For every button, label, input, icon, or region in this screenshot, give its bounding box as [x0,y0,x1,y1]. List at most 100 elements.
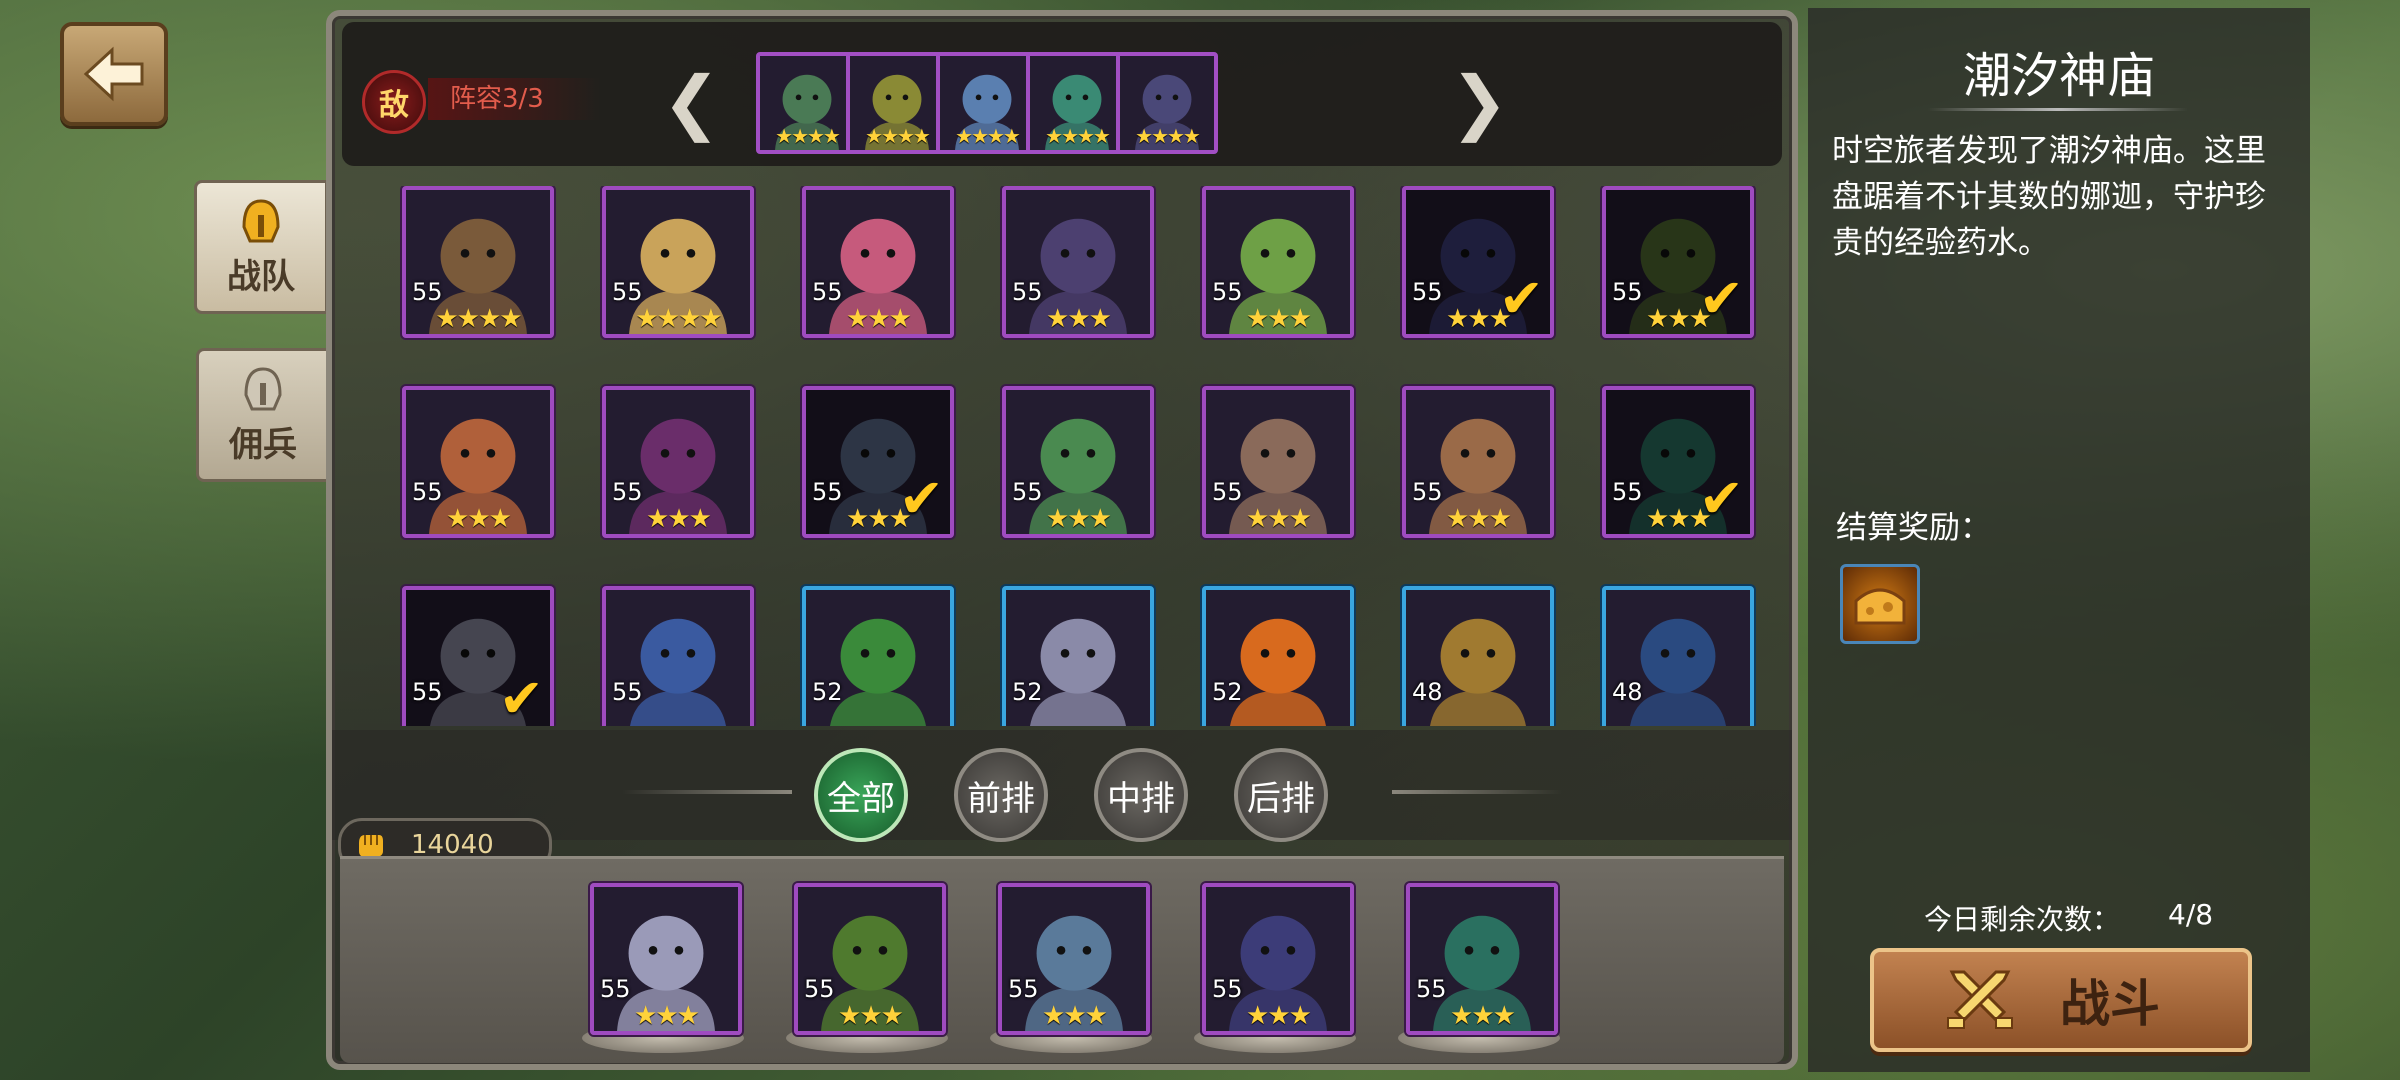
hero-level: 55 [1012,278,1043,306]
tab-mercenary[interactable]: 佣兵 [196,348,330,482]
remaining-attempts-value: 4/8 [2168,898,2214,931]
hero-card[interactable]: 55 ★★★ ✔ [1602,386,1754,538]
hero-level: 55 [1212,278,1243,306]
selected-hero-card[interactable]: 55 ★★★ [590,883,742,1035]
next-arrow-icon[interactable]: ❯ [1450,62,1509,142]
star-rating: ★★★ [838,1001,904,1031]
remaining-attempts-label: 今日剩余次数： [1924,903,2121,936]
star-rating: ★★★ [1246,504,1312,534]
hero-card[interactable]: 55 ★★★★ [602,186,754,338]
team-slot[interactable]: 55 ★★★ [582,883,744,1053]
selected-hero-card[interactable]: 55 ★★★ [1406,883,1558,1035]
hero-level: 55 [1412,278,1443,306]
back-button[interactable] [60,22,168,126]
checkmark-icon: ✔ [1498,267,1544,330]
hero-level: 55 [1012,478,1043,506]
hero-card[interactable]: 55 ✔ [402,586,554,726]
team-slot[interactable]: 55 ★★★ [990,883,1152,1053]
hero-card[interactable]: 55 ★★★ [1002,186,1154,338]
hero-card[interactable]: 55 ★★★ ✔ [1602,186,1754,338]
star-rating: ★★★★ [1135,124,1201,148]
tab-team-label: 战队 [227,256,295,297]
star-rating: ★★★★ [635,304,722,334]
hero-card[interactable]: 55 [602,586,754,726]
hero-level: 55 [412,678,443,706]
hero-card[interactable]: 48 [1602,586,1754,726]
hero-level: 55 [1412,478,1443,506]
checkmark-icon: ✔ [1698,267,1744,330]
hero-card[interactable]: 55 ★★★ [602,386,754,538]
enemy-hero-slot[interactable]: ★★★★ [846,52,948,154]
selected-hero-card[interactable]: 55 ★★★ [794,883,946,1035]
hero-card[interactable]: 55 ★★★ [1202,186,1354,338]
hero-card[interactable]: 55 ★★★ ✔ [802,386,954,538]
hero-card[interactable]: 48 [1402,586,1554,726]
title-ornament [1928,108,2188,111]
enemy-hero-slot[interactable]: ★★★★ [1026,52,1128,154]
star-rating: ★★★ [1246,1001,1312,1031]
hero-level: 52 [1212,678,1243,706]
enemy-hero-slot[interactable]: ★★★★ [1116,52,1218,154]
hero-card[interactable]: 55 ★★★ [402,386,554,538]
enemy-lineup-bar: 敌 阵容3/3 ❮ ❯ ★★★★ ★★★★ ★★★★ ★★★★ ★★★★ [342,22,1782,166]
hero-level: 55 [412,478,443,506]
team-slot[interactable]: 55 ★★★ [786,883,948,1053]
prev-arrow-icon[interactable]: ❮ [662,62,721,142]
star-rating: ★★★★ [435,304,522,334]
hero-card[interactable]: 55 ★★★ [1002,386,1154,538]
exp-potion-reward-icon[interactable] [1840,564,1920,644]
filter-button[interactable]: 后排 [1234,748,1328,842]
hero-level: 55 [812,278,843,306]
helmet-outline-icon [244,366,282,410]
hero-level: 55 [1416,975,1447,1003]
hero-card[interactable]: 55 ★★★ ✔ [1402,186,1554,338]
hero-level: 55 [804,975,835,1003]
hero-card[interactable]: 55 ★★★★ [402,186,554,338]
hero-card[interactable]: 55 ★★★ [1402,386,1554,538]
star-rating: ★★★★ [1045,124,1111,148]
team-slot[interactable]: 55 ★★★ [1398,883,1560,1053]
stage-info-panel: 潮汐神庙 时空旅者发现了潮汐神庙。这里盘踞着不计其数的娜迦，守护珍贵的经验药水。… [1808,8,2310,1072]
helmet-icon [242,198,280,242]
hero-card[interactable]: 55 ★★★ [802,186,954,338]
hero-roster[interactable]: 55 ★★★★ 55 ★★★★ 55 ★★★ 55 ★★★ 55 ★★★ 55 ★★★ ✔ 55 ★★★ ✔ 5… [382,186,1782,726]
star-rating: ★★★ [1046,304,1112,334]
filter-button[interactable]: 前排 [954,748,1048,842]
hero-level: 55 [1612,478,1643,506]
hero-card[interactable]: 55 ★★★ [1202,386,1354,538]
hero-level: 55 [612,278,643,306]
team-slot[interactable]: 55 ★★★ [1194,883,1356,1053]
reward-label: 结算奖励： [1836,510,1991,546]
hero-level: 55 [1008,975,1039,1003]
crossed-swords-icon [1947,970,2013,1029]
cheese-icon [1854,588,1906,625]
fight-button[interactable]: 战斗 [1870,948,2252,1052]
star-rating: ★★★ [1046,504,1112,534]
filter-button[interactable]: 全部 [814,748,908,842]
hero-level: 55 [1212,975,1243,1003]
star-rating: ★★★ [634,1001,700,1031]
tab-team[interactable]: 战队 [194,180,328,314]
filter-button[interactable]: 中排 [1094,748,1188,842]
enemy-hero-slot[interactable]: ★★★★ [936,52,1038,154]
selected-hero-card[interactable]: 55 ★★★ [998,883,1150,1035]
selected-hero-card[interactable]: 55 ★★★ [1202,883,1354,1035]
star-rating: ★★★ [446,504,512,534]
divider [622,790,792,794]
stage-description: 时空旅者发现了潮汐神庙。这里盘踞着不计其数的娜迦，守护珍贵的经验药水。 [1832,133,2266,261]
star-rating: ★★★ [1446,504,1512,534]
hero-level: 48 [1612,678,1643,706]
checkmark-icon: ✔ [498,667,544,726]
back-arrow-icon [83,46,144,102]
hero-card[interactable]: 52 [1002,586,1154,726]
star-rating: ★★★ [1042,1001,1108,1031]
enemy-badge: 敌 [362,70,426,134]
hero-card[interactable]: 52 [802,586,954,726]
selected-team-bench: 55 ★★★ 55 ★★★ 55 ★★★ 55 ★★★ 55 ★★★ [340,856,1784,1063]
hero-card[interactable]: 52 [1202,586,1354,726]
hero-level: 55 [812,478,843,506]
enemy-hero-slot[interactable]: ★★★★ [756,52,858,154]
lineup-label: 阵容3/3 [428,78,600,120]
hero-level: 55 [1612,278,1643,306]
hero-level: 55 [612,478,643,506]
